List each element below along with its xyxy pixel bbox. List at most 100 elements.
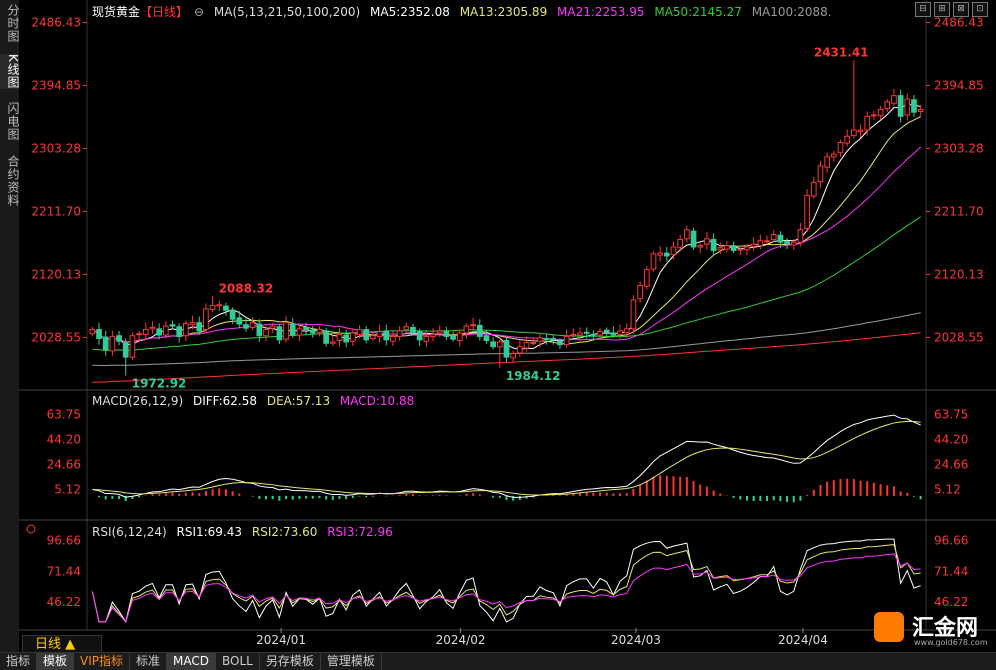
candle-body-36 (329, 341, 336, 344)
price-tick-label-left-2: 2303.28 (31, 141, 81, 155)
candle-body-78 (610, 332, 617, 336)
candle-body-35 (323, 330, 329, 344)
price-tick-label-right-0: 2486.43 (934, 15, 984, 29)
bottom-tab-5[interactable]: BOLL (216, 653, 260, 670)
candle-body-55 (456, 332, 463, 342)
candle-body-111 (830, 153, 837, 158)
candle-body-37 (336, 333, 343, 342)
rsi-legend: RSI(6,12,24) RSI1:69.43 RSI2:73.60 RSI3:… (92, 525, 399, 539)
bottom-tab-6[interactable]: 另存模板 (260, 653, 321, 670)
bottom-tab-2[interactable]: VIP指标 (74, 653, 131, 670)
candle-body-120 (891, 95, 897, 104)
candle-body-58 (476, 324, 483, 337)
candle-body-24 (249, 322, 256, 328)
ma-params: MA(5,13,21,50,100,200) (213, 5, 361, 19)
candle-body-32 (303, 326, 309, 331)
candle-body-102 (770, 234, 777, 240)
candle-body-54 (450, 335, 456, 340)
candle-body-34 (316, 329, 323, 333)
candle-body-60 (490, 341, 496, 348)
candle-body-65 (523, 342, 530, 349)
candle-body-49 (416, 331, 423, 341)
price-annotation-2: 1984.12 (506, 369, 561, 383)
candle-body-82 (637, 285, 643, 300)
candle-body-48 (410, 326, 416, 333)
candle-body-68 (543, 337, 550, 340)
price-tick-label-left-5: 2028.55 (31, 330, 81, 344)
bottom-tab-3[interactable]: 标准 (130, 653, 168, 670)
candle-body-66 (530, 342, 537, 345)
candle-body-23 (243, 324, 249, 329)
candle-body-98 (744, 246, 750, 251)
candle-body-8 (142, 329, 149, 335)
price-tick-label-right-1: 2394.85 (934, 78, 984, 92)
bottom-tab-0[interactable]: 指标 (0, 653, 38, 670)
candle-body-5 (122, 342, 129, 358)
ma13-value: MA13:2305.89 (459, 5, 548, 19)
candle-body-109 (817, 165, 824, 183)
rsi-2: RSI2:73.60 (251, 525, 318, 539)
price-annotation-0: 2088.32 (219, 281, 274, 295)
macd-tick-right-3: 5.12 (934, 482, 961, 496)
candle-body-57 (470, 324, 476, 327)
bottom-tab-4[interactable]: MACD (167, 653, 217, 670)
candle-body-77 (603, 329, 610, 333)
sidebar-tab-3[interactable]: 合约资料 (0, 155, 20, 207)
candle-body-97 (737, 248, 744, 251)
main-legend: 现货黄金【日线】 ⊖ MA(5,13,21,50,100,200) MA5:235… (92, 3, 838, 20)
price-tick-label-right-2: 2303.28 (934, 141, 984, 155)
candle-body-113 (844, 135, 851, 144)
candle-body-91 (697, 245, 704, 248)
candle-body-92 (704, 238, 710, 245)
candle-body-43 (376, 331, 383, 337)
bottom-tab-7[interactable]: 管理模板 (321, 653, 382, 670)
candle-body-80 (623, 328, 630, 333)
candle-body-89 (684, 229, 690, 240)
candle-body-115 (857, 129, 864, 132)
macd-tick-right-0: 63.75 (934, 408, 968, 422)
x-label-0: 2024/01 (256, 633, 306, 647)
candle-body-63 (510, 353, 517, 359)
macd-name: MACD(26,12,9) (92, 394, 184, 408)
candle-body-18 (209, 304, 216, 311)
candle-body-15 (189, 322, 196, 326)
candle-body-69 (550, 337, 557, 341)
rsi-tick-right-0: 96.66 (934, 534, 968, 548)
macd-tick-left-3: 5.12 (54, 482, 81, 496)
price-tick-label-right-4: 2120.13 (934, 267, 984, 281)
window-button-0[interactable]: ⊟ (915, 2, 931, 17)
window-button-3[interactable]: ⊡ (972, 2, 988, 17)
candle-body-6 (129, 335, 136, 358)
settings-icon[interactable]: ⊖ (194, 5, 204, 19)
macd-tick-left-2: 24.66 (47, 457, 81, 471)
bottom-tab-1[interactable]: 模板 (37, 653, 75, 670)
candle-body-110 (824, 156, 830, 168)
candle-body-86 (663, 252, 670, 257)
candle-body-16 (196, 322, 203, 332)
candle-body-123 (911, 99, 917, 113)
candle-body-107 (804, 194, 810, 229)
candle-body-10 (156, 328, 162, 336)
instrument-name: 现货黄金 (92, 5, 141, 19)
candle-body-25 (256, 323, 263, 337)
candle-body-2 (102, 336, 109, 351)
candle-body-41 (363, 329, 370, 341)
window-button-2[interactable]: ⊠ (953, 2, 969, 17)
rsi-tick-right-1: 71.44 (934, 564, 968, 578)
sidebar-tab-2[interactable]: 闪电图 (0, 102, 20, 141)
candle-body-20 (223, 305, 229, 311)
rsi-name: RSI(6,12,24) (92, 525, 167, 539)
window-button-1[interactable]: ⊞ (934, 2, 950, 17)
chart-canvas[interactable]: 2486.43 2486.43 2394.85 2394.85 2303.28 2303.… (19, 0, 996, 652)
price-annotation-3: 2431.41 (814, 45, 869, 59)
candle-body-22 (236, 317, 243, 325)
sidebar-tab-0[interactable]: 分时图 (0, 4, 20, 43)
macd-legend: MACD(26,12,9) DIFF:62.58 DEA:57.13 MACD:… (92, 394, 420, 408)
candle-body-40 (356, 329, 363, 335)
candle-body-64 (517, 346, 523, 354)
candle-body-116 (864, 115, 871, 131)
ma100-value: MA100:2088. (751, 5, 832, 19)
sidebar-tab-1[interactable]: K线图 (0, 54, 20, 89)
candle-body-73 (577, 332, 583, 336)
candle-body-1 (96, 329, 102, 339)
